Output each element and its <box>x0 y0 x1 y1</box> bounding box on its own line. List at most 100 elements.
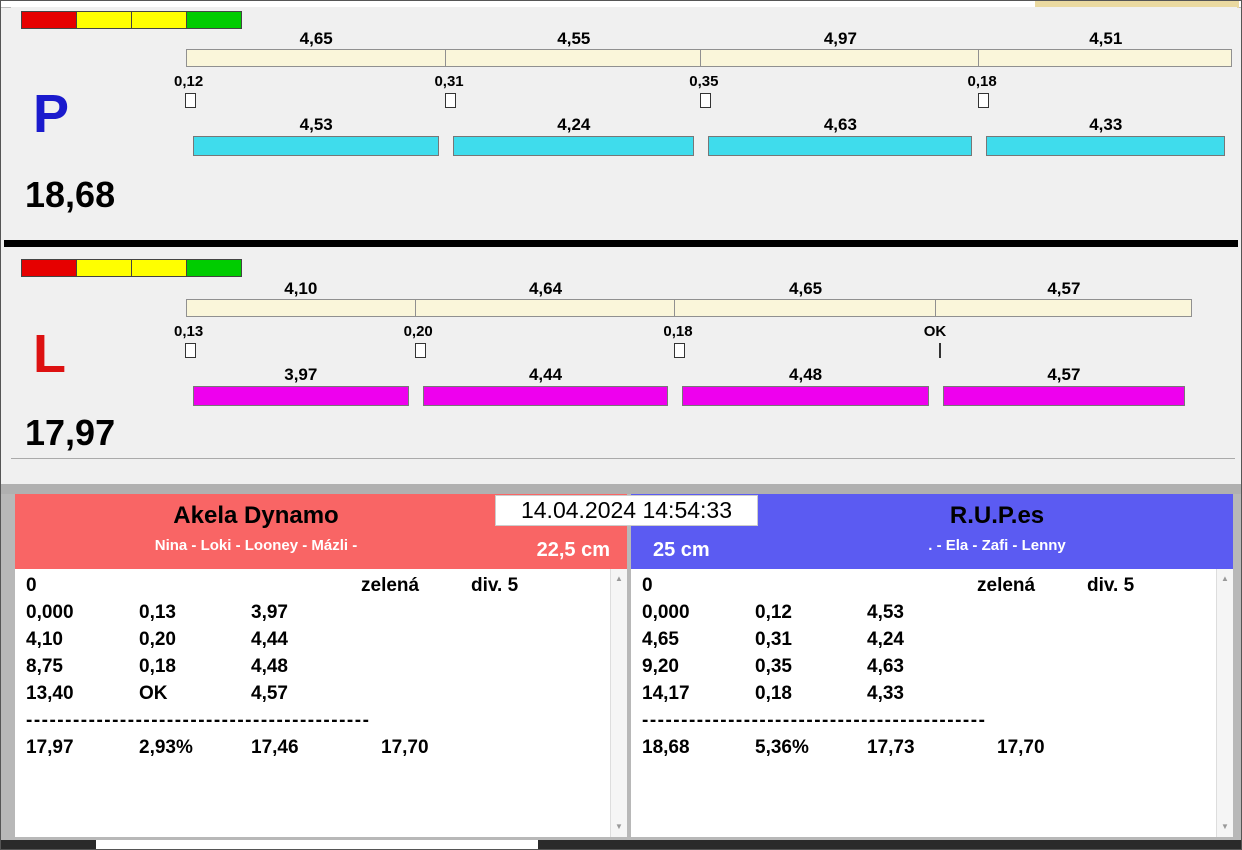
split-time: 0,35 <box>755 656 792 677</box>
lane-l-total-time: 17,97 <box>25 412 116 453</box>
strip-yellow-block <box>132 260 187 276</box>
division-label: div. 5 <box>1087 575 1135 596</box>
result-row: 14,17 0,18 4,33 <box>631 683 1233 710</box>
scroll-down-icon[interactable]: ▼ <box>1217 819 1233 835</box>
split-time: 0,12 <box>755 602 792 623</box>
split-marker-box[interactable] <box>674 343 686 358</box>
segment-time-label: 4,97 <box>823 29 857 48</box>
lane-p-segment-1: 4,65 0,12 4,53 <box>174 29 447 156</box>
team-panel-right: R.U.P.es . - Ela - Zafi - Lenny 25 cm 0 … <box>631 494 1233 839</box>
traffic-light-strip <box>21 11 242 29</box>
change-zone: 0,31 <box>434 67 701 115</box>
leg-time-bar <box>453 136 695 156</box>
leg-time-bar <box>422 386 669 406</box>
change-zone: 0,18 <box>663 317 935 365</box>
strip-green-block <box>187 12 241 28</box>
split-marker-box[interactable] <box>185 343 196 358</box>
split-marker-box[interactable] <box>700 93 712 108</box>
separator-row: ----------------------------------------… <box>631 710 1233 737</box>
team-dogs-list: . - Ela - Zafi - Lenny <box>928 537 1066 554</box>
total-time: 18,68 <box>642 737 690 758</box>
loss-percent: 5,36% <box>755 737 809 758</box>
scroll-up-icon[interactable]: ▲ <box>1217 571 1233 587</box>
scroll-down-icon[interactable]: ▼ <box>611 819 627 835</box>
lane-p: P 18,68 4,65 0,12 4,53 4,55 0,31 4,24 4,… <box>11 7 1237 237</box>
leg-time-bar <box>708 136 973 156</box>
section-divider-band <box>1 484 1241 494</box>
change-zone: OK <box>924 317 1192 365</box>
cumulative-time: 9,20 <box>642 656 679 677</box>
segment-time-label: 4,55 <box>557 29 591 48</box>
split-time-label: 0,13 <box>174 323 204 340</box>
lane-l: L 17,97 4,10 0,13 3,97 4,64 0,20 4,44 4,… <box>11 251 1237 457</box>
lane-p-total-time: 18,68 <box>25 174 116 215</box>
strip-yellow-block <box>132 12 187 28</box>
split-marker: 0,31 <box>434 73 464 108</box>
cumulative-time: 14,17 <box>642 683 690 704</box>
loss-percent: 2,93% <box>139 737 193 758</box>
strip-red-block <box>22 260 77 276</box>
leg-time: 4,33 <box>867 683 904 704</box>
change-zone: 0,35 <box>689 67 979 115</box>
segment-cell <box>700 49 980 67</box>
change-zone: 0,18 <box>967 67 1232 115</box>
segment-time-label: 4,65 <box>789 279 823 298</box>
results-section: 14.04.2024 14:54:33 Akela Dynamo Nina - … <box>1 494 1241 842</box>
result-textarea-left[interactable]: 0 zelená div. 5 0,000 0,13 3,97 4,10 0,2… <box>15 569 627 837</box>
leg-time: 4,63 <box>867 656 904 677</box>
separator-row: ----------------------------------------… <box>15 710 627 737</box>
reference-time: 17,70 <box>997 737 1045 758</box>
scroll-up-icon[interactable]: ▲ <box>611 571 627 587</box>
dashes: ----------------------------------------… <box>26 710 371 731</box>
net-time: 17,46 <box>251 737 299 758</box>
window-bottom-edge <box>1 840 1241 849</box>
cumulative-time: 0,000 <box>642 602 690 623</box>
lane-l-letter: L <box>33 324 66 384</box>
division-label: div. 5 <box>471 575 519 596</box>
leg-time-bar <box>193 386 409 406</box>
cumulative-time: 4,65 <box>642 629 679 650</box>
split-time-label: 0,18 <box>967 73 997 90</box>
change-zone: 0,13 <box>174 317 416 365</box>
total-time: 17,97 <box>26 737 74 758</box>
leg-time-label: 4,44 <box>528 365 563 384</box>
split-marker-box[interactable] <box>978 93 990 108</box>
leg-time-label: 4,33 <box>1089 115 1123 134</box>
split-marker-box[interactable] <box>185 93 196 108</box>
segment-cell <box>978 49 1232 67</box>
split-time-label: OK <box>923 323 947 340</box>
split-time-label: 0,35 <box>689 73 719 90</box>
split-marker-box[interactable] <box>414 343 426 358</box>
result-header-row: 0 zelená div. 5 <box>631 575 1233 602</box>
leg-time-label: 4,24 <box>557 115 591 134</box>
split-time-label: 0,31 <box>434 73 464 90</box>
scrollbar[interactable]: ▲ ▼ <box>610 569 627 837</box>
result-row: 0,000 0,12 4,53 <box>631 602 1233 629</box>
split-marker: 0,12 <box>174 73 203 108</box>
scrollbar[interactable]: ▲ ▼ <box>1216 569 1233 837</box>
split-time: OK <box>139 683 168 704</box>
result-row: 4,65 0,31 4,24 <box>631 629 1233 656</box>
split-time: 0,31 <box>755 629 792 650</box>
leg-time: 4,44 <box>251 629 288 650</box>
leg-time-bar <box>942 386 1185 406</box>
segment-time-label: 4,57 <box>1047 279 1081 298</box>
light-status: zelená <box>977 575 1036 596</box>
app-window: P 18,68 4,65 0,12 4,53 4,55 0,31 4,24 4,… <box>0 0 1242 850</box>
leg-time: 4,48 <box>251 656 288 677</box>
strip-yellow-block <box>77 260 132 276</box>
lane-l-segment-1: 4,10 0,13 3,97 <box>174 279 416 406</box>
split-marker-line <box>938 343 941 358</box>
lane-separator <box>4 240 1238 247</box>
segment-cell <box>674 299 936 317</box>
jump-height-label: 22,5 cm <box>536 539 610 561</box>
lane-l-segment-4: 4,57 OK 4,57 <box>924 279 1192 406</box>
cumulative-time: 8,75 <box>26 656 63 677</box>
result-textarea-right[interactable]: 0 zelená div. 5 0,000 0,12 4,53 4,65 0,3… <box>631 569 1233 837</box>
segment-time-label: 4,64 <box>528 279 563 298</box>
split-time: 0,18 <box>139 656 176 677</box>
split-marker-box[interactable] <box>445 93 457 108</box>
leg-time: 4,53 <box>867 602 904 623</box>
result-row: 13,40 OK 4,57 <box>15 683 627 710</box>
split-marker: 0,13 <box>174 323 203 358</box>
